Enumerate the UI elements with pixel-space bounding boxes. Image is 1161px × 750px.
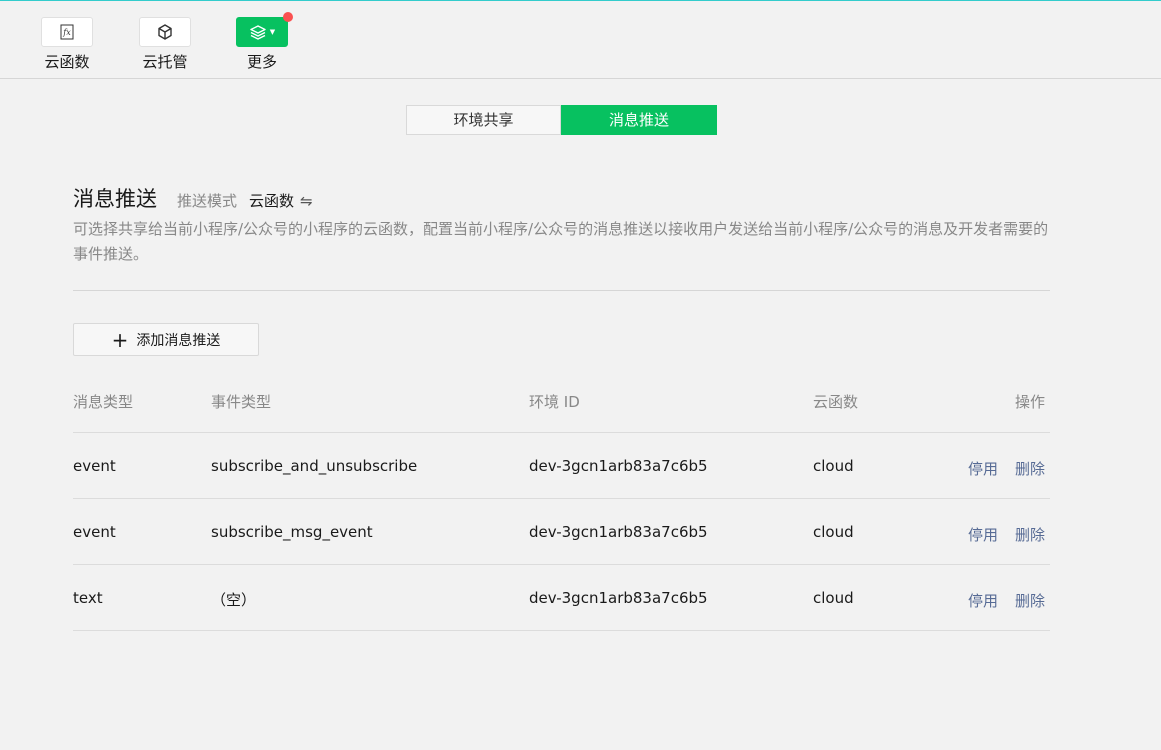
delete-link[interactable]: 删除: [1015, 524, 1045, 545]
cell-cloud-function: cloud: [813, 457, 854, 475]
cell-cloud-function: cloud: [813, 589, 854, 607]
disable-link[interactable]: 停用: [968, 524, 998, 545]
delete-link[interactable]: 删除: [1015, 458, 1045, 479]
swap-icon[interactable]: ⇋: [300, 192, 313, 210]
header-operations: 操作: [1015, 393, 1046, 411]
push-mode-label: 推送模式: [177, 192, 238, 210]
header-msg-type: 消息类型: [73, 393, 134, 411]
fx-icon: fx: [41, 17, 93, 47]
svg-text:fx: fx: [62, 28, 71, 37]
layers-icon: ▼: [236, 12, 293, 47]
tab-env-share[interactable]: 环境共享: [406, 105, 561, 135]
header-cloud-function: 云函数: [813, 393, 859, 411]
cell-event-type: subscribe_msg_event: [211, 523, 373, 541]
cell-env-id: dev-3gcn1arb83a7c6b5: [529, 523, 708, 541]
header-env-id: 环境 ID: [529, 393, 580, 411]
add-message-push-label: 添加消息推送: [136, 332, 221, 349]
section-description: 可选择共享给当前小程序/公众号的小程序的云函数，配置当前小程序/公众号的消息推送…: [73, 220, 1049, 263]
page-title: 消息推送: [73, 187, 157, 211]
cell-event-type: subscribe_and_unsubscribe: [211, 457, 418, 475]
row-divider: [73, 498, 1050, 499]
cell-event-type: （空）: [211, 591, 257, 609]
row-divider: [73, 432, 1050, 433]
disable-link[interactable]: 停用: [968, 458, 998, 479]
chevron-down-icon: ▼: [269, 28, 276, 36]
cell-env-id: dev-3gcn1arb83a7c6b5: [529, 589, 708, 607]
row-divider: [73, 630, 1050, 631]
plus-icon: +: [111, 327, 129, 352]
cell-msg-type: event: [73, 457, 116, 475]
more-label: 更多: [246, 53, 277, 71]
cloud-hosting-label: 云托管: [142, 53, 188, 71]
add-message-push-button[interactable]: + 添加消息推送: [73, 323, 259, 356]
cloud-functions-button[interactable]: fx 云函数: [37, 17, 97, 72]
row-divider: [73, 564, 1050, 565]
header-event-type: 事件类型: [211, 393, 272, 411]
tab-message-push[interactable]: 消息推送: [561, 105, 717, 135]
cell-msg-type: text: [73, 589, 103, 607]
cloud-hosting-button[interactable]: 云托管: [135, 17, 195, 72]
toolbar: fx 云函数 云托管 ▼ 更多: [0, 1, 1161, 79]
cube-icon: [139, 17, 191, 47]
push-mode-value: 云函数: [249, 192, 295, 210]
more-button[interactable]: ▼ 更多: [232, 12, 293, 72]
divider: [73, 290, 1050, 291]
cell-msg-type: event: [73, 523, 116, 541]
section-header: 消息推送 推送模式 云函数 ⇋: [73, 183, 313, 213]
tab-switcher: 环境共享 消息推送: [406, 105, 717, 135]
cell-cloud-function: cloud: [813, 523, 854, 541]
delete-link[interactable]: 删除: [1015, 590, 1045, 611]
cell-env-id: dev-3gcn1arb83a7c6b5: [529, 457, 708, 475]
notification-dot: [283, 12, 293, 22]
cloud-functions-label: 云函数: [44, 53, 90, 71]
disable-link[interactable]: 停用: [968, 590, 998, 611]
